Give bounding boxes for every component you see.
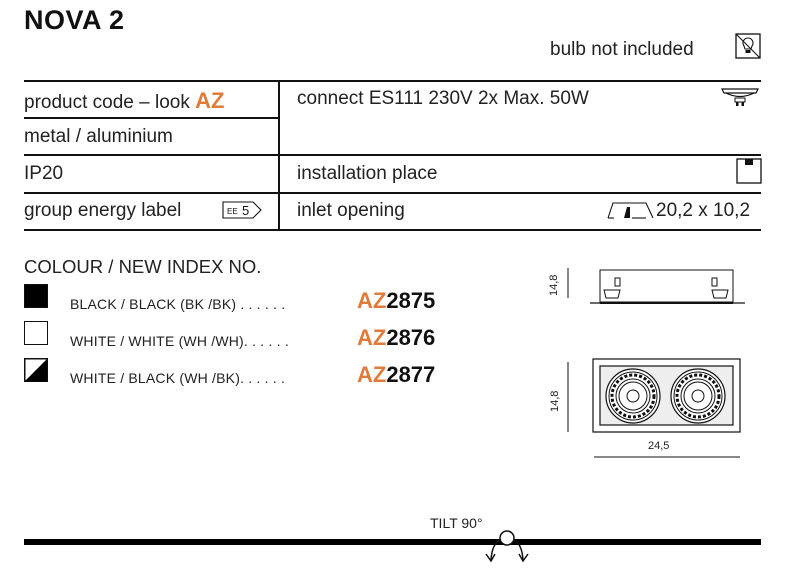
variant-code-number: 2877 [386,362,436,387]
table-column-divider [278,80,280,230]
swatch-black [24,284,48,308]
table-divider [24,117,278,119]
front-width-dimension: 24,5 [648,440,670,452]
es111-bulb-icon [721,88,759,106]
svg-text:EE: EE [227,207,238,216]
ceiling-mount-icon [736,158,762,184]
variant-label: WHITE / BLACK (WH /BK). . . . . . [70,370,286,386]
product-title: NOVA 2 [24,5,125,35]
table-divider [24,154,761,156]
inlet-opening-value: 20,2 x 10,2 [656,200,751,221]
variant-code-number: 2875 [386,288,436,313]
variant-label: WHITE / WHITE (WH /WH). . . . . . [70,333,289,349]
tilt-label: TILT 90° [430,515,483,531]
variant-code: AZ2876 [357,325,435,351]
tilt-icon [485,530,529,563]
svg-text:5: 5 [242,203,249,218]
tilt-bar [24,539,761,545]
variant-code-prefix: AZ [357,288,387,313]
swatch-white [24,321,48,345]
lamp-left [605,368,661,424]
ip-rating-row: IP20 [24,163,64,184]
product-code-prefix: AZ [195,88,225,113]
side-view-drawing [567,268,745,304]
energy-label-row: group energy label [24,200,182,221]
lamp-right [670,368,726,424]
product-code-label: product code – look [24,92,196,113]
swatch-white-black [24,358,48,382]
connection-row: connect ES111 230V 2x Max. 50W [297,88,589,109]
recessed-opening-icon [607,202,654,219]
table-top-border [24,80,761,82]
front-height-dimension: 14,8 [549,390,561,412]
material-row: metal / aluminium [24,126,173,147]
variant-code: AZ2875 [357,288,435,314]
energy-class-badge-icon: EE 5 [222,201,262,219]
bulb-not-included-icon [735,33,761,59]
bulb-note: bulb not included [550,39,694,60]
table-bottom-border [24,229,761,231]
installation-place-row: installation place [297,163,438,184]
variant-code-prefix: AZ [357,325,387,350]
variant-code-number: 2876 [386,325,436,350]
table-divider [24,192,761,194]
colour-section-title: COLOUR / NEW INDEX NO. [24,256,262,277]
inlet-opening-row: inlet opening [297,200,405,221]
variant-code-prefix: AZ [357,362,387,387]
variant-code: AZ2877 [357,362,435,388]
variant-label: BLACK / BLACK (BK /BK) . . . . . . [70,296,286,312]
product-code-row: product code – look AZ [24,88,224,114]
side-height-dimension: 14,8 [548,274,560,296]
